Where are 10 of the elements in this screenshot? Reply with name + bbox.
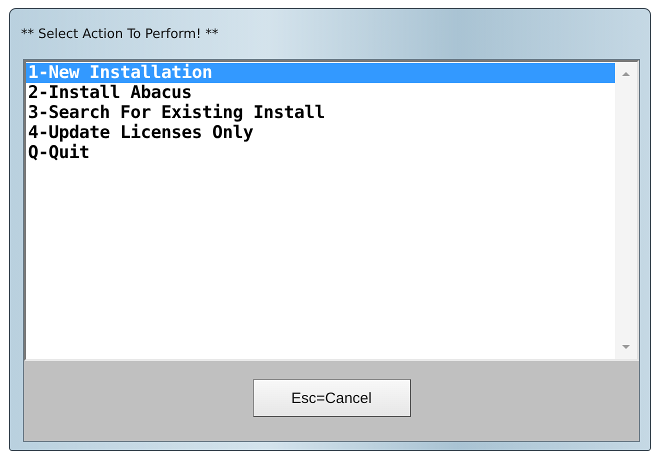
list-item[interactable]: Q-Quit	[26, 143, 615, 163]
cancel-button[interactable]: Esc=Cancel	[252, 379, 410, 417]
list-item[interactable]: 4-Update Licenses Only	[26, 123, 615, 143]
window-title: ** Select Action To Perform! **	[21, 26, 218, 42]
scroll-up-icon[interactable]	[622, 72, 630, 76]
list-item[interactable]: 2-Install Abacus	[26, 83, 615, 103]
scrollbar[interactable]	[615, 62, 637, 359]
scroll-down-icon[interactable]	[622, 345, 630, 349]
action-list[interactable]: 1-New Installation 2-Install Abacus 3-Search For Existing Install 4-Update Licenses Only Q-Quit	[24, 60, 639, 361]
list-item[interactable]: 3-Search For Existing Install	[26, 103, 615, 123]
